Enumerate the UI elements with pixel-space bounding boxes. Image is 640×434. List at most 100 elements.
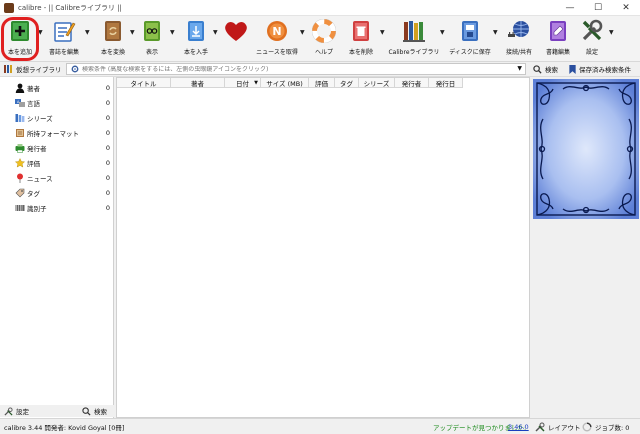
tag-browser-item-label: 発行者 — [27, 144, 47, 153]
column-header-title[interactable]: タイトル — [117, 78, 171, 88]
book-list[interactable]: タイトル 著者 日付 ▼ サイズ (MB) 評価 タグ シリーズ 発行者 発行日 — [116, 77, 530, 418]
tag-browser-item-rating[interactable]: 評価 0 — [0, 155, 114, 170]
layout-tools-icon — [535, 422, 545, 432]
preferences-button[interactable]: 設定 — [578, 18, 606, 60]
search-history-dropdown-icon[interactable]: ▼ — [517, 65, 522, 72]
update-version-link[interactable]: 3.46.0 — [508, 423, 529, 431]
edit-book-icon — [545, 18, 571, 44]
column-header-label: 発行日 — [435, 80, 456, 88]
search-input[interactable] — [82, 65, 512, 73]
donate-button[interactable] — [222, 18, 250, 60]
column-header-size[interactable]: サイズ (MB) — [261, 78, 309, 88]
help-lifebuoy-icon — [311, 18, 337, 44]
tag-browser-item-publishers[interactable]: 発行者 0 — [0, 140, 114, 155]
view-book-dropdown-arrow[interactable]: ▼ — [170, 29, 175, 36]
convert-books-dropdown-arrow[interactable]: ▼ — [130, 29, 135, 36]
get-books-icon — [183, 18, 209, 44]
sort-descending-icon: ▼ — [254, 80, 258, 86]
tag-browser-item-count: 0 — [105, 83, 110, 92]
column-header-publisher[interactable]: 発行者 — [395, 78, 429, 88]
column-header-pubdate[interactable]: 発行日 — [429, 78, 463, 88]
column-header-date[interactable]: 日付 ▼ — [225, 78, 261, 88]
edit-metadata-button[interactable]: 書誌を編集 — [44, 18, 84, 60]
convert-books-label: 本を変換 — [100, 49, 125, 56]
window-controls: — ☐ ✕ — [556, 0, 640, 16]
advanced-search-gear-icon[interactable] — [71, 65, 79, 73]
view-book-button[interactable]: 表示 — [138, 18, 166, 60]
highlight-circle — [1, 17, 39, 61]
help-button[interactable]: ヘルプ — [310, 18, 338, 60]
tag-browser-item-authors[interactable]: 著者 0 — [0, 80, 114, 95]
book-list-header: タイトル 著者 日付 ▼ サイズ (MB) 評価 タグ シリーズ 発行者 発行日 — [117, 78, 463, 88]
remove-books-icon — [348, 18, 374, 44]
virtual-library-label: 仮想ライブラリ — [16, 66, 62, 74]
fetch-news-dropdown-arrow[interactable]: ▼ — [300, 29, 305, 36]
layout-button[interactable]: レイアウト — [535, 422, 581, 432]
connect-share-button[interactable]: 接続/共有 — [502, 18, 536, 60]
remove-books-button[interactable]: 本を削除 — [344, 18, 378, 60]
virtual-library-button[interactable]: 仮想ライブラリ — [3, 63, 62, 75]
column-header-label: 日付 — [236, 80, 249, 88]
saved-searches-button[interactable]: 保存済み検索条件 — [569, 63, 631, 75]
jobs-spinner-icon — [582, 422, 592, 431]
convert-books-icon — [100, 18, 126, 44]
window-title: calibre - || Calibreライブラリ || — [18, 3, 122, 12]
jobs-indicator[interactable]: ジョブ数: 0 — [582, 422, 629, 432]
save-to-disk-label: ディスクに保存 — [449, 49, 491, 56]
minimize-button[interactable]: — — [556, 0, 584, 16]
column-header-rating[interactable]: 評価 — [309, 78, 335, 88]
tag-browser-item-tags[interactable]: タグ 0 — [0, 185, 114, 200]
star-icon — [14, 157, 25, 168]
tag-browser-item-count: 0 — [105, 128, 110, 137]
save-to-disk-button[interactable]: ディスクに保存 — [448, 18, 492, 60]
column-header-series[interactable]: シリーズ — [359, 78, 395, 88]
tag-browser-item-formats[interactable]: 所持フォーマット 0 — [0, 125, 114, 140]
search-box[interactable]: ▼ — [66, 63, 526, 75]
default-cover-image — [533, 79, 639, 219]
search-icon — [533, 64, 542, 74]
tag-browser-configure-button[interactable]: 設定 — [4, 406, 29, 416]
library-dropdown-arrow[interactable]: ▼ — [440, 29, 445, 36]
column-header-tags[interactable]: タグ — [335, 78, 359, 88]
column-header-label: 著者 — [191, 80, 204, 88]
fetch-news-button[interactable]: N ニュースを取得 — [256, 18, 298, 60]
remove-books-label: 本を削除 — [348, 49, 373, 56]
column-header-label: タグ — [340, 80, 353, 88]
tag-browser-item-count: 0 — [105, 143, 110, 152]
version-and-count-text: calibre 3.44 開発者: Kovid Goyal [0冊] — [4, 423, 125, 432]
save-to-disk-dropdown-arrow[interactable]: ▼ — [493, 29, 498, 36]
column-header-label: 評価 — [315, 80, 328, 88]
tag-browser-item-count: 0 — [105, 203, 110, 212]
get-books-dropdown-arrow[interactable]: ▼ — [213, 29, 218, 36]
tag-browser-item-count: 0 — [105, 158, 110, 167]
help-label: ヘルプ — [314, 49, 333, 56]
news-pin-icon — [14, 172, 25, 183]
preferences-label: 設定 — [585, 49, 598, 56]
tag-browser-item-identifiers[interactable]: 識別子 0 — [0, 200, 114, 215]
maximize-button[interactable]: ☐ — [584, 0, 612, 16]
preferences-dropdown-arrow[interactable]: ▼ — [609, 29, 614, 36]
get-books-button[interactable]: 本を入手 — [180, 18, 212, 60]
library-button[interactable]: Calibreライブラリ — [388, 18, 440, 60]
title-bar: calibre - || Calibreライブラリ || — ☐ ✕ — [0, 0, 640, 16]
edit-metadata-icon — [51, 18, 77, 44]
convert-books-button[interactable]: 本を変換 — [97, 18, 129, 60]
tag-browser-item-count: 0 — [105, 113, 110, 122]
language-icon: A — [14, 97, 25, 108]
edit-book-button[interactable]: 書籍編集 — [542, 18, 574, 60]
tag-browser-item-count: 0 — [105, 188, 110, 197]
fetch-news-label: ニュースを取得 — [256, 49, 298, 56]
column-header-authors[interactable]: 著者 — [171, 78, 225, 88]
close-button[interactable]: ✕ — [612, 0, 640, 16]
tag-browser-find-button[interactable]: 検索 — [82, 406, 107, 416]
tag-browser-item-series[interactable]: シリーズ 0 — [0, 110, 114, 125]
tag-browser-item-news[interactable]: ニュース 0 — [0, 170, 114, 185]
remove-books-dropdown-arrow[interactable]: ▼ — [380, 29, 385, 36]
configure-tools-icon — [4, 406, 13, 416]
tag-browser-item-count: 0 — [105, 98, 110, 107]
tag-browser-item-languages[interactable]: A 言語 0 — [0, 95, 114, 110]
tag-browser-item-label: 言語 — [27, 99, 40, 108]
edit-metadata-dropdown-arrow[interactable]: ▼ — [85, 29, 90, 36]
search-button[interactable]: 検索 — [533, 63, 558, 75]
svg-text:N: N — [272, 25, 281, 38]
